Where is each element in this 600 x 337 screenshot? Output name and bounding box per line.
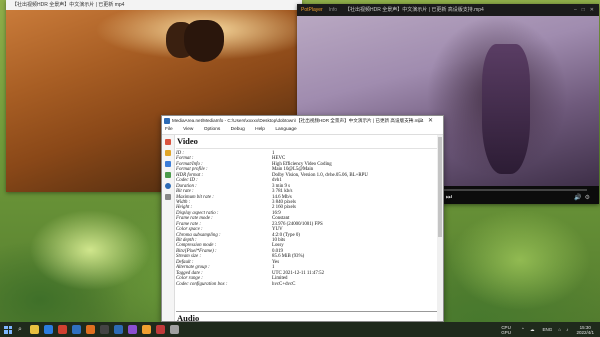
mediainfo-titlebar: MediaArea.net/MediaInfo - C:\Users\xxxxx… — [162, 116, 443, 126]
app-icon[interactable] — [169, 325, 179, 334]
menu-view[interactable]: View — [183, 127, 193, 132]
menu-options[interactable]: Options — [204, 127, 221, 132]
info-icon[interactable] — [165, 183, 171, 189]
window-title: 【社出视频HDR 全景声】中文演示片 | 已更新 mp4 — [6, 0, 302, 10]
settings-icon[interactable]: ⚙ — [585, 195, 593, 201]
video-content — [482, 44, 530, 174]
tray-icons[interactable]: ⌃ ☁ — [521, 327, 537, 333]
system-tray: CPU GPU ⌃ ☁ ENG ⌂ ♪ 15:30 2022/4/1 — [501, 322, 594, 337]
next-icon[interactable]: ⏭ — [446, 194, 456, 201]
minimize-icon[interactable]: – — [574, 4, 577, 16]
clock[interactable]: 15:30 2022/4/1 — [576, 325, 594, 335]
close-icon[interactable]: ✕ — [590, 4, 594, 16]
chrome-icon[interactable] — [57, 325, 67, 334]
mediainfo-app-icon — [164, 118, 170, 124]
mediainfo-title: MediaArea.net/MediaInfo - C:\Users\xxxxx… — [172, 118, 424, 123]
start-icon[interactable] — [4, 325, 12, 334]
menu-debug[interactable]: Debug — [231, 127, 245, 132]
mediainfo-window[interactable]: MediaArea.net/MediaInfo - C:\Users\xxxxx… — [161, 115, 444, 322]
store-icon[interactable] — [71, 325, 81, 334]
open-folder-icon[interactable] — [165, 150, 171, 156]
maximize-icon[interactable]: □ — [418, 118, 428, 124]
player-right-controls: 🔊⚙ — [574, 194, 593, 201]
player-info-tab[interactable]: Info — [329, 4, 337, 16]
close-icon[interactable]: ✕ — [428, 118, 439, 124]
search-icon[interactable]: ⌕ — [18, 326, 22, 334]
potplayer-taskbar-icon[interactable] — [141, 325, 151, 334]
file-explorer-icon[interactable] — [29, 325, 39, 334]
menu-help[interactable]: Help — [255, 127, 265, 132]
edge-icon[interactable] — [43, 325, 53, 334]
perf-top: CPU — [501, 324, 511, 330]
mediainfo-sidebar — [162, 135, 175, 321]
section-video-title: Video — [176, 135, 438, 149]
mediainfo-content: Video ID :1 Format : HEVC Format/Info : High… — [176, 135, 438, 321]
input-language[interactable]: ENG — [542, 327, 552, 332]
app-icon[interactable] — [127, 325, 137, 334]
video-content — [184, 20, 224, 62]
open-file-icon[interactable] — [165, 139, 171, 145]
field-row: Codec configuration box : hvcC+dvcC — [176, 282, 438, 287]
terminal-icon[interactable] — [99, 325, 109, 334]
view-icon[interactable] — [165, 172, 171, 178]
player-app-name[interactable]: PotPlayer — [301, 4, 323, 16]
player-titlebar: PotPlayer Info 【社出视频HDR 全景声】中文演示片 | 已更新 … — [297, 4, 599, 16]
scrollbar[interactable] — [437, 135, 443, 321]
scrollbar-thumb[interactable] — [438, 137, 442, 237]
section-audio-title: Audio — [177, 313, 200, 321]
preferences-icon[interactable] — [165, 194, 171, 200]
export-icon[interactable] — [165, 161, 171, 167]
section-audio: Audio — [176, 311, 438, 321]
clock-date: 2022/4/1 — [576, 329, 594, 335]
maximize-icon[interactable]: □ — [582, 4, 585, 16]
window-buttons: –□✕ — [409, 116, 439, 126]
volume-icon[interactable]: 🔊 — [574, 195, 584, 201]
network-volume-icons[interactable]: ⌂ ♪ — [558, 327, 570, 332]
video-field-list: ID :1 Format : HEVC Format/Info : High Effic… — [176, 149, 438, 287]
minimize-icon[interactable]: – — [409, 118, 418, 124]
mediainfo-taskbar-icon[interactable] — [113, 325, 123, 334]
taskbar: ⌕ CPU GPU ⌃ ☁ ENG ⌂ ♪ 15:30 2022/4/1 — [0, 322, 600, 337]
menu-file[interactable]: File — [165, 127, 173, 132]
field-value: hvcC+dvcC — [272, 281, 296, 287]
menu-bar: File View Options Debug Help Language — [162, 126, 443, 135]
perf-bottom: GPU — [501, 329, 511, 335]
field-key: Codec configuration box : — [176, 281, 228, 287]
perf-monitor[interactable]: CPU GPU — [501, 325, 511, 335]
mail-icon[interactable] — [85, 325, 95, 334]
app-icon[interactable] — [155, 325, 165, 334]
player-title: 【社出视频HDR 全景声】中文演示片 | 已更新 高设版支持.mp4 — [345, 7, 484, 13]
menu-language[interactable]: Language — [275, 127, 296, 132]
